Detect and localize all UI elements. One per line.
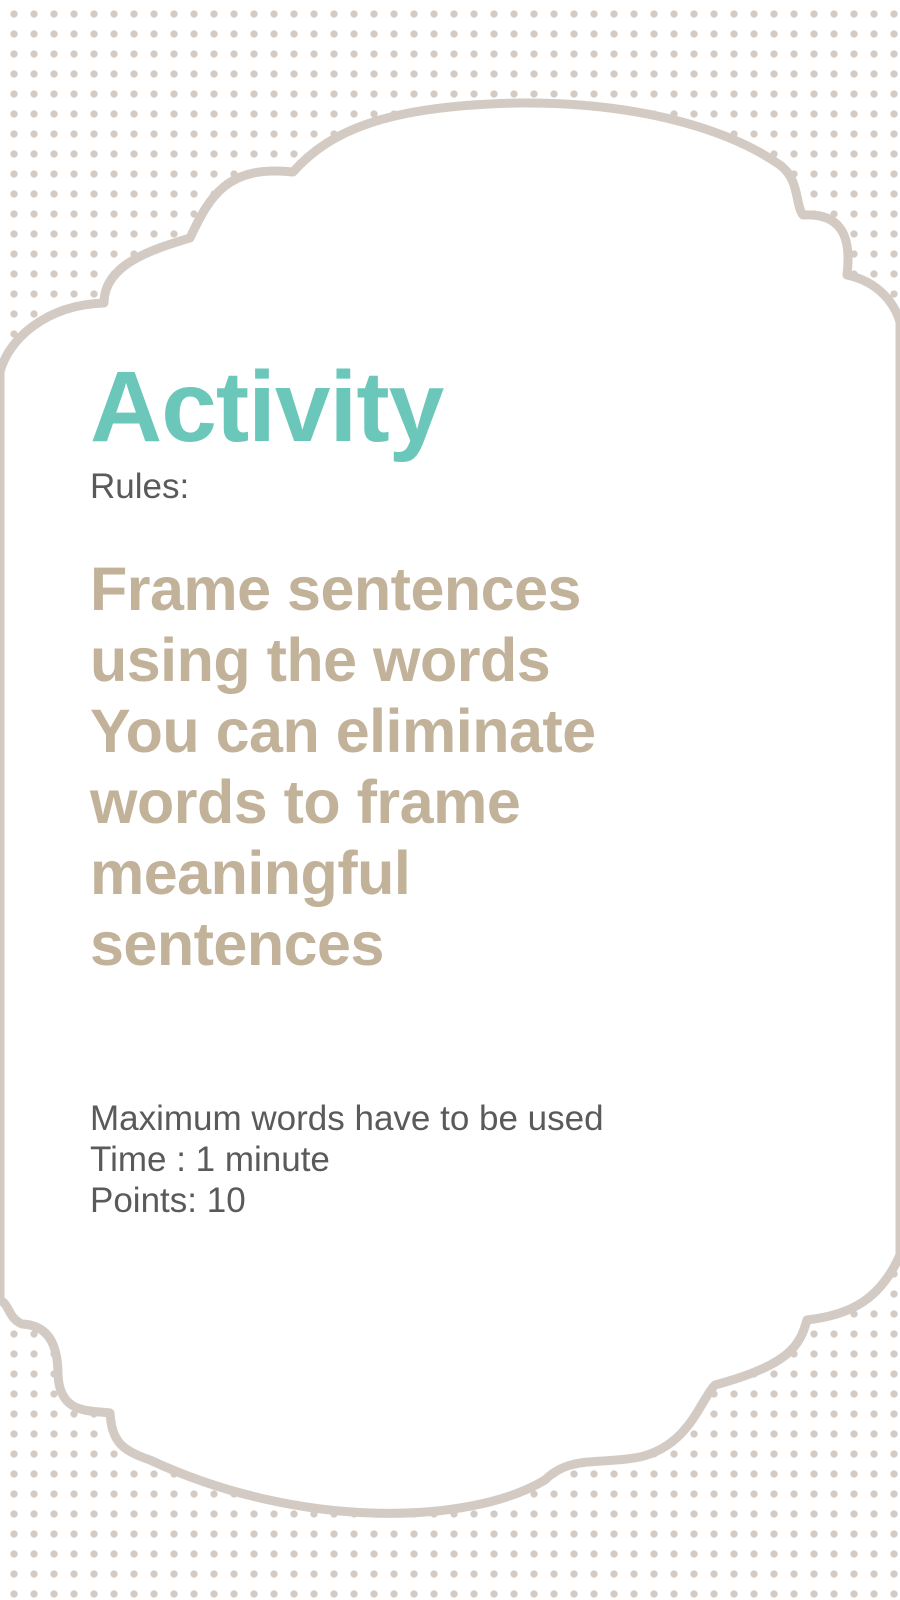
rules-label: Rules: bbox=[90, 467, 190, 506]
instruction-line: Frame sentences bbox=[90, 555, 581, 623]
page-title: Activity bbox=[90, 351, 444, 463]
detail-time: Time : 1 minute bbox=[90, 1140, 330, 1179]
activity-details: Maximum words have to be used Time : 1 m… bbox=[90, 1098, 604, 1221]
instruction-line: words to frame bbox=[90, 768, 521, 836]
instruction-line: meaningful bbox=[90, 839, 411, 907]
detail-points: Points: 10 bbox=[90, 1181, 246, 1220]
instruction-line: sentences bbox=[90, 910, 384, 978]
rules-instructions: Frame sentences using the words You can … bbox=[90, 554, 730, 980]
instruction-line: using the words bbox=[90, 626, 551, 694]
detail-max-words: Maximum words have to be used bbox=[90, 1099, 604, 1138]
instruction-line: You can eliminate bbox=[90, 697, 596, 765]
